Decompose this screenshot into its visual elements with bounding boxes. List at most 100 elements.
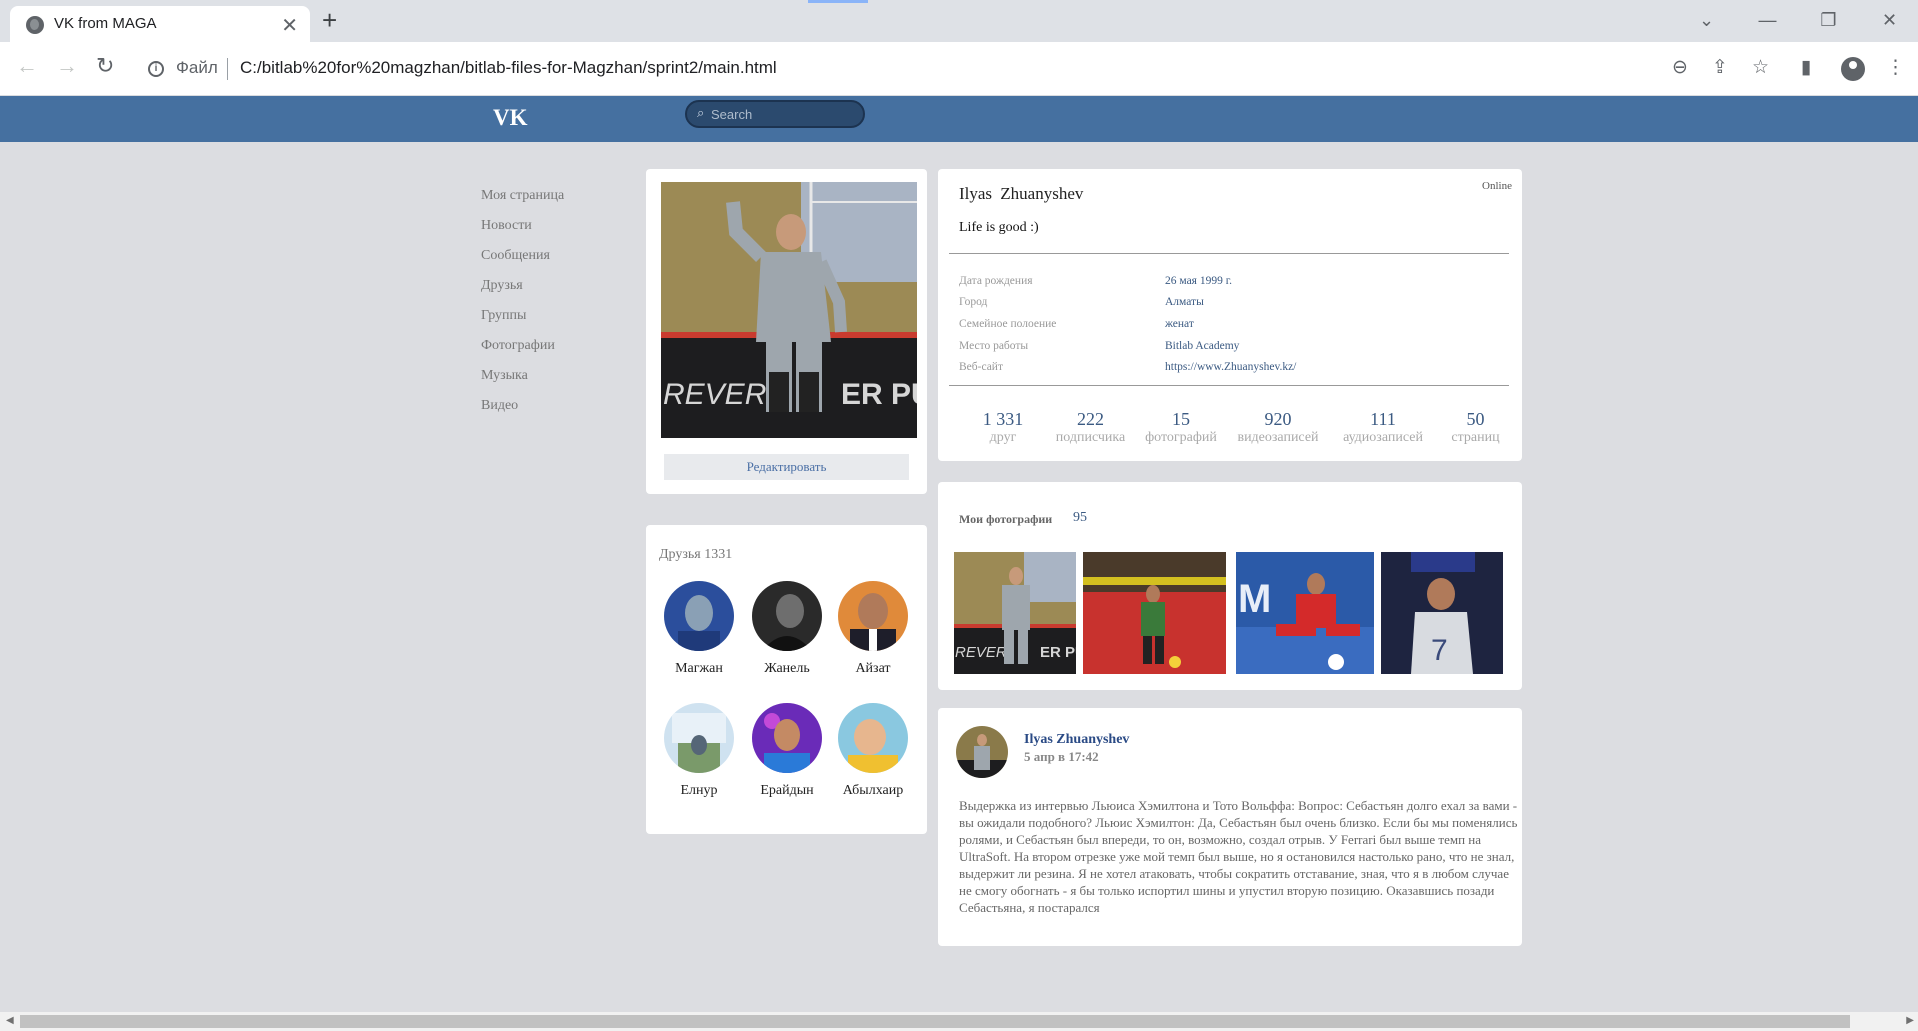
forward-arrow-icon[interactable]: → [56, 53, 78, 79]
post-text: Выдержка из интервью Льюиса Хэмилтона и … [959, 798, 1518, 915]
friend-item[interactable]: Айзат [828, 581, 918, 677]
friend-avatar[interactable] [838, 581, 908, 651]
share-icon[interactable]: ⇪ [1712, 56, 1728, 78]
divider [949, 385, 1509, 386]
stat-photos[interactable]: 15 фотографий [1136, 409, 1226, 446]
nav-item-news[interactable]: Новости [481, 216, 564, 246]
stat-subscribers[interactable]: 222 подписчика [1043, 409, 1138, 446]
nav-item-groups[interactable]: Группы [481, 306, 564, 336]
friend-avatar[interactable] [664, 703, 734, 773]
browser-tab[interactable]: VK from MAGA ✕ [10, 6, 310, 42]
vk-header: VK ⌕ [0, 96, 1918, 142]
svg-text:REVER: REVER [663, 378, 766, 411]
back-arrow-icon[interactable]: ← [16, 53, 38, 79]
tab-title: VK from MAGA [54, 15, 157, 32]
new-tab-button[interactable]: + [322, 5, 337, 36]
stat-friends[interactable]: 1 331 друг [958, 409, 1048, 446]
info-key: Веб-сайт [959, 361, 1003, 373]
stat-pages[interactable]: 50 страниц [1438, 409, 1513, 446]
post-card: Ilyas Zhuanyshev 5 апр в 17:42 Выдержка … [938, 708, 1522, 946]
nav-item-video[interactable]: Видео [481, 396, 564, 426]
profile-photo[interactable]: REVER ER PU [661, 182, 917, 438]
friend-name[interactable]: Ерайдын [742, 783, 832, 799]
stat-number: 50 [1466, 409, 1485, 429]
info-value[interactable]: Bitlab Academy [1165, 340, 1465, 352]
zoom-out-icon[interactable]: ⊖ [1672, 56, 1688, 78]
svg-text:ER PU: ER PU [1040, 644, 1076, 661]
window-controls: ⌄ — ❐ ✕ [1678, 0, 1918, 42]
friend-avatar[interactable] [664, 581, 734, 651]
info-value[interactable]: женат [1165, 318, 1465, 330]
friend-name[interactable]: Жанель [742, 661, 832, 677]
friend-item[interactable]: Магжан [654, 581, 744, 677]
post-author-name[interactable]: Ilyas Zhuanyshev [1024, 732, 1129, 748]
restore-button[interactable]: ❐ [1800, 0, 1857, 40]
friends-title[interactable]: Друзья 1331 [659, 547, 732, 563]
globe-icon [26, 16, 44, 34]
friend-item[interactable]: Елнур [654, 703, 744, 799]
stat-videos[interactable]: 920 видеозаписей [1228, 409, 1328, 446]
nav-item-friends[interactable]: Друзья [481, 276, 564, 306]
gallery-photo[interactable]: 7 [1381, 552, 1503, 674]
friend-item[interactable]: Абылхаир [828, 703, 918, 799]
friend-item[interactable]: Ерайдын [742, 703, 832, 799]
browser-toolbar: ← → ↻ i Файл C:/bitlab%20for%20magzhan/b… [0, 42, 1918, 96]
friend-name[interactable]: Абылхаир [828, 783, 918, 799]
minimize-button[interactable]: — [1739, 0, 1796, 40]
friend-avatar[interactable] [838, 703, 908, 773]
friend-name[interactable]: Елнур [654, 783, 744, 799]
nav-item-messages[interactable]: Сообщения [481, 246, 564, 276]
friend-avatar[interactable] [752, 581, 822, 651]
stat-number: 222 [1077, 409, 1104, 429]
profile-avatar-icon[interactable] [1841, 57, 1865, 81]
reload-icon[interactable]: ↻ [96, 53, 114, 79]
file-label: Файл [176, 58, 218, 77]
friend-item[interactable]: Жанель [742, 581, 832, 677]
friend-name[interactable]: Айзат [828, 661, 918, 677]
menu-dots-icon[interactable]: ⋮ [1886, 56, 1905, 78]
search-input[interactable] [711, 105, 851, 123]
edit-profile-button[interactable]: Редактировать [664, 454, 909, 480]
nav-item-my-page[interactable]: Моя страница [481, 186, 564, 216]
search-box[interactable]: ⌕ [685, 100, 865, 128]
scroll-left-arrow-icon[interactable]: ◀ [6, 1015, 14, 1026]
gallery-photo[interactable] [1083, 552, 1226, 674]
nav-item-music[interactable]: Музыка [481, 366, 564, 396]
gallery-photo[interactable]: REVER ER PU [954, 552, 1076, 674]
left-nav: Моя страница Новости Сообщения Друзья Гр… [481, 186, 564, 426]
friend-name[interactable]: Магжан [654, 661, 744, 677]
browser-tab-bar: VK from MAGA ✕ + ⌄ — ❐ ✕ [0, 0, 1918, 42]
tab-search-icon[interactable]: ⌄ [1678, 0, 1735, 40]
profile-status[interactable]: Life is good :) [959, 220, 1039, 236]
vk-logo[interactable]: VK [493, 105, 528, 131]
address-bar[interactable]: C:/bitlab%20for%20magzhan/bitlab-files-f… [240, 58, 777, 78]
photos-title[interactable]: Мои фотографии [959, 512, 1052, 527]
gallery-photo[interactable]: M [1236, 552, 1374, 674]
tab-loading-indicator [808, 0, 868, 3]
svg-text:7: 7 [1431, 634, 1448, 667]
info-key: Город [959, 296, 988, 308]
horizontal-scrollbar[interactable]: ◀ ▶ [0, 1012, 1918, 1031]
scrollbar-thumb[interactable] [20, 1015, 1850, 1028]
svg-text:ER PU: ER PU [841, 378, 917, 411]
stat-number: 1 331 [982, 409, 1024, 429]
stat-audio[interactable]: 111 аудиозаписей [1333, 409, 1433, 446]
side-panel-icon[interactable]: ▮ [1801, 56, 1811, 78]
close-window-button[interactable]: ✕ [1861, 0, 1918, 40]
stat-number: 920 [1264, 409, 1292, 429]
close-tab-icon[interactable]: ✕ [281, 13, 298, 38]
bookmark-star-icon[interactable]: ☆ [1752, 56, 1769, 78]
url-separator [227, 58, 228, 80]
info-value[interactable]: 26 мая 1999 г. [1165, 275, 1465, 287]
info-value[interactable]: https://www.Zhuanyshev.kz/ [1165, 361, 1465, 373]
photos-count: 95 [1073, 510, 1087, 525]
info-value[interactable]: Алматы [1165, 296, 1465, 308]
info-icon[interactable]: i [148, 61, 164, 77]
scroll-right-arrow-icon[interactable]: ▶ [1906, 1015, 1914, 1026]
post-author-avatar[interactable] [956, 726, 1008, 778]
friend-avatar[interactable] [752, 703, 822, 773]
profile-name: Ilyas Zhuanyshev [959, 184, 1084, 203]
svg-text:M: M [1238, 577, 1271, 621]
nav-item-photos[interactable]: Фотографии [481, 336, 564, 366]
post-date: 5 апр в 17:42 [1024, 749, 1099, 764]
